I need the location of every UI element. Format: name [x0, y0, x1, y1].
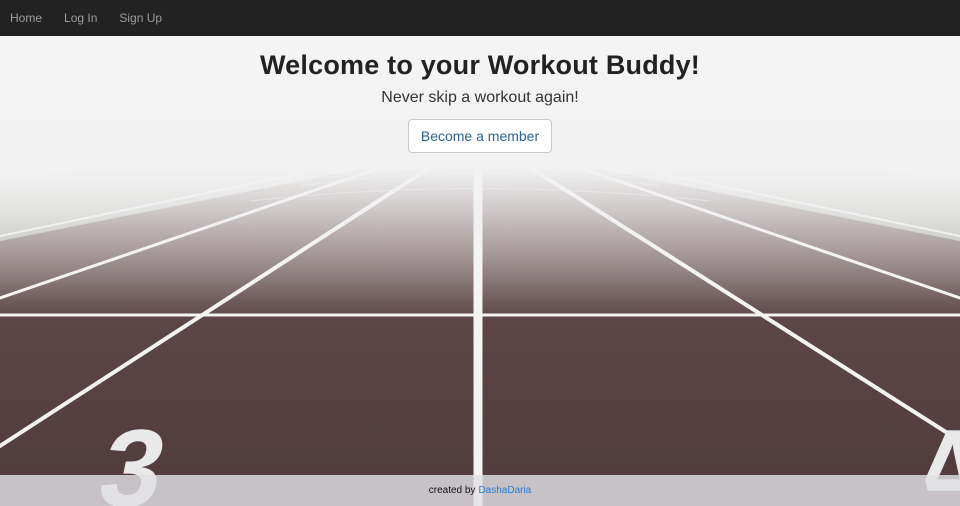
footer-credit-text: created by [428, 485, 476, 496]
page-title: Welcome to your Workout Buddy! [259, 50, 701, 80]
hero-section: 3 4 Welcome to your Workout Buddy! Never… [0, 36, 960, 506]
nav-signup-link[interactable]: Sign Up [119, 11, 162, 25]
author-link[interactable]: DashaDaria [478, 485, 531, 496]
footer: created by DashaDaria [0, 475, 960, 506]
nav-login-link[interactable]: Log In [64, 11, 97, 25]
hero-content: Welcome to your Workout Buddy! Never ski… [0, 36, 960, 153]
top-navbar: Home Log In Sign Up [0, 0, 960, 36]
page-subtitle: Never skip a workout again! [381, 89, 579, 106]
nav-home-link[interactable]: Home [10, 11, 42, 25]
become-member-button[interactable]: Become a member [407, 119, 553, 153]
